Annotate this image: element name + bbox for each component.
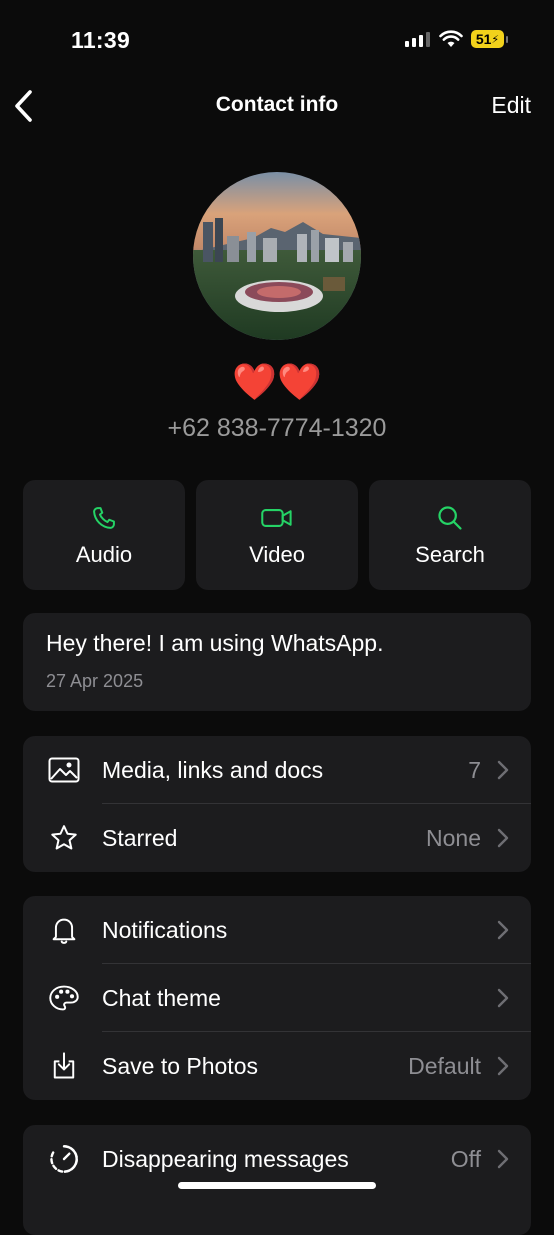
save-to-photos-value: Default xyxy=(408,1052,481,1079)
about-text: Hey there! I am using WhatsApp. xyxy=(46,630,384,656)
privacy-group: Disappearing messages Off xyxy=(23,1125,531,1235)
status-icons: 51 ⚡ xyxy=(405,30,508,48)
disappearing-messages-label: Disappearing messages xyxy=(102,1145,349,1172)
chevron-right-icon xyxy=(497,920,509,940)
chevron-right-icon xyxy=(497,828,509,848)
video-label: Video xyxy=(249,542,305,567)
battery-level: 51 xyxy=(475,31,492,47)
chevron-right-icon xyxy=(497,1149,509,1169)
avatar[interactable] xyxy=(193,172,361,340)
media-links-docs-label: Media, links and docs xyxy=(102,756,324,783)
chat-theme-label: Chat theme xyxy=(102,984,221,1011)
contact-name: ❤️❤️ xyxy=(232,361,322,402)
status-time: 11:39 xyxy=(71,27,131,53)
search-label: Search xyxy=(415,542,485,567)
media-starred-group: Media, links and docs 7 Starred None xyxy=(23,736,531,872)
home-indicator[interactable] xyxy=(178,1182,376,1189)
bell-icon xyxy=(48,914,80,946)
battery-tip xyxy=(506,35,508,43)
video-icon xyxy=(261,509,292,527)
avatar-image xyxy=(193,172,361,340)
chevron-right-icon xyxy=(497,1056,509,1076)
chevron-right-icon xyxy=(497,988,509,1008)
phone-icon xyxy=(93,507,115,529)
search-icon xyxy=(438,506,462,530)
edit-button[interactable]: Edit xyxy=(491,92,531,119)
about-date: 27 Apr 2025 xyxy=(46,671,144,691)
battery-icon: 51 ⚡ xyxy=(471,30,504,48)
notifications-row[interactable]: Notifications xyxy=(23,896,531,964)
chevron-right-icon xyxy=(497,760,509,780)
download-icon xyxy=(48,1050,80,1082)
starred-value: None xyxy=(426,824,481,851)
palette-icon xyxy=(48,982,80,1014)
save-to-photos-row[interactable]: Save to Photos Default xyxy=(23,1032,531,1100)
contact-phone: +62 838-7774-1320 xyxy=(167,414,387,442)
signal-icon xyxy=(405,32,430,47)
starred-label: Starred xyxy=(102,824,178,851)
page-title: Contact info xyxy=(215,93,339,116)
notifications-label: Notifications xyxy=(102,916,228,943)
audio-label: Audio xyxy=(75,542,133,567)
timer-icon xyxy=(48,1143,80,1175)
media-count: 7 xyxy=(468,756,481,783)
audio-call-button[interactable]: Audio xyxy=(23,480,185,590)
chat-theme-row[interactable]: Chat theme xyxy=(23,964,531,1032)
about-card[interactable]: Hey there! I am using WhatsApp. 27 Apr 2… xyxy=(23,613,531,711)
star-icon xyxy=(48,822,80,854)
media-links-docs-row[interactable]: Media, links and docs 7 xyxy=(23,736,531,804)
disappearing-messages-value: Off xyxy=(450,1145,481,1172)
wifi-icon xyxy=(439,30,463,47)
video-call-button[interactable]: Video xyxy=(196,480,358,590)
search-button[interactable]: Search xyxy=(369,480,531,590)
starred-row[interactable]: Starred None xyxy=(23,804,531,872)
settings-group: Notifications Chat theme Save to Photos … xyxy=(23,896,531,1100)
save-to-photos-label: Save to Photos xyxy=(102,1052,258,1079)
image-icon xyxy=(48,754,80,786)
